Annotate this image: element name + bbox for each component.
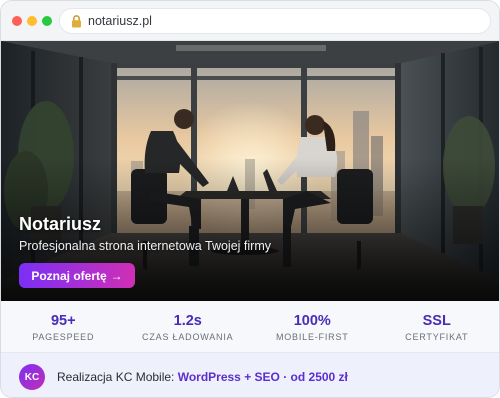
stat-value: 100% [293, 313, 331, 329]
maximize-window-button[interactable] [42, 16, 52, 26]
lock-icon [72, 15, 81, 28]
browser-window: notariusz.pl Notariusz Profesjonalna str… [0, 0, 500, 398]
arrow-right-icon: → [110, 268, 123, 283]
footer-highlight: WordPress + SEO · od 2500 zł [177, 370, 348, 384]
address-bar[interactable]: notariusz.pl [59, 8, 491, 34]
stat-mobile-first: 100% MOBILE-FIRST [250, 301, 375, 352]
cta-button[interactable]: Poznaj ofertę → [19, 263, 135, 288]
stat-label: CERTYFIKAT [405, 332, 469, 342]
footer-text: Realizacja KC Mobile: WordPress + SEO · … [57, 370, 348, 384]
stats-bar: 95+ PAGESPEED 1.2s CZAS ŁADOWANIA 100% M… [1, 301, 499, 353]
cta-label: Poznaj ofertę [31, 268, 107, 283]
stat-load-time: 1.2s CZAS ŁADOWANIA [126, 301, 251, 352]
stat-pagespeed: 95+ PAGESPEED [1, 301, 126, 352]
url-text: notariusz.pl [88, 14, 152, 28]
hero-subtitle: Profesjonalna strona internetowa Twojej … [19, 239, 271, 253]
close-window-button[interactable] [12, 16, 22, 26]
stat-label: CZAS ŁADOWANIA [142, 332, 234, 342]
stat-ssl: SSL CERTYFIKAT [375, 301, 500, 352]
minimize-window-button[interactable] [27, 16, 37, 26]
avatar: KC [19, 364, 45, 390]
stat-label: MOBILE-FIRST [275, 332, 349, 342]
stat-value: SSL [422, 313, 451, 329]
hero-image [1, 41, 499, 301]
footer-prefix: Realizacja KC Mobile: [57, 370, 178, 384]
hero-section: Notariusz Profesjonalna strona interneto… [1, 41, 499, 301]
hero-title: Notariusz [19, 214, 102, 234]
stat-value: 1.2s [173, 313, 202, 329]
stat-label: PAGESPEED [32, 332, 95, 342]
footer-banner: KC Realizacja KC Mobile: WordPress + SEO… [1, 353, 499, 397]
browser-toolbar: notariusz.pl [1, 1, 499, 41]
stat-value: 95+ [50, 313, 76, 329]
